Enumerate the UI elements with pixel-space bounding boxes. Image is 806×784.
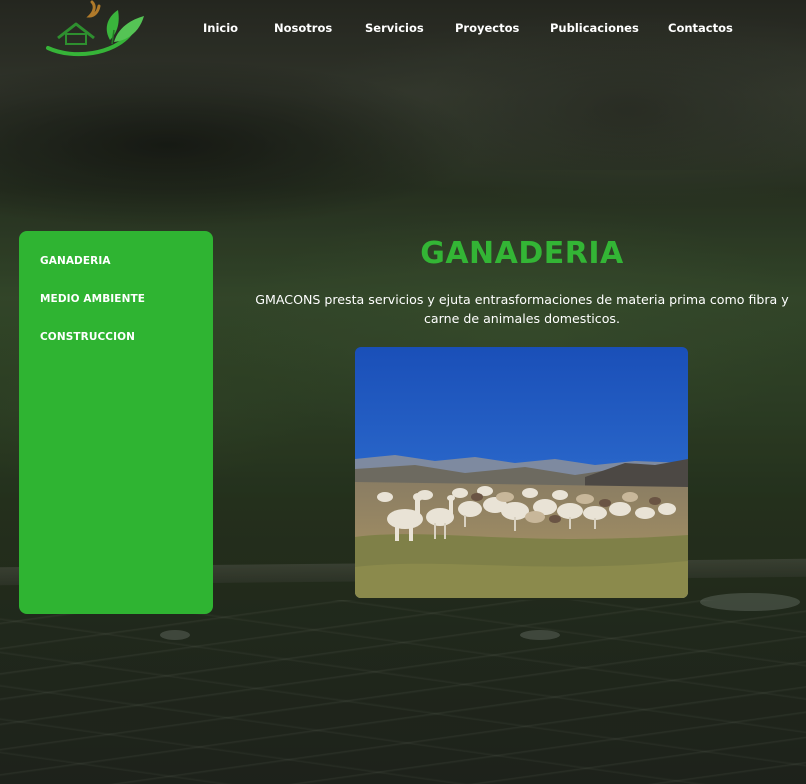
nav-link-servicios[interactable]: Servicios	[365, 21, 424, 35]
nav-link-proyectos[interactable]: Proyectos	[455, 21, 519, 35]
site-header: Inicio Nosotros Servicios Proyectos Publ…	[0, 0, 806, 60]
main-nav: Inicio Nosotros Servicios Proyectos Publ…	[0, 21, 806, 39]
nav-link-nosotros[interactable]: Nosotros	[274, 21, 332, 35]
services-sidebar: GANADERIA MEDIO AMBIENTE CONSTRUCCION	[19, 231, 213, 614]
sidebar-item-ganaderia[interactable]: GANADERIA	[40, 255, 111, 267]
sidebar-item-construccion[interactable]: CONSTRUCCION	[40, 331, 135, 343]
section-description: GMACONS presta servicios y ejuta entrasf…	[255, 292, 789, 326]
nav-link-inicio[interactable]: Inicio	[203, 21, 238, 35]
sidebar-item-medio-ambiente[interactable]: MEDIO AMBIENTE	[40, 293, 145, 305]
alpaca-herd-photo	[355, 347, 688, 598]
nav-link-publicaciones[interactable]: Publicaciones	[550, 21, 639, 35]
nav-link-contactos[interactable]: Contactos	[668, 21, 733, 35]
section-title: GANADERIA	[420, 236, 624, 271]
